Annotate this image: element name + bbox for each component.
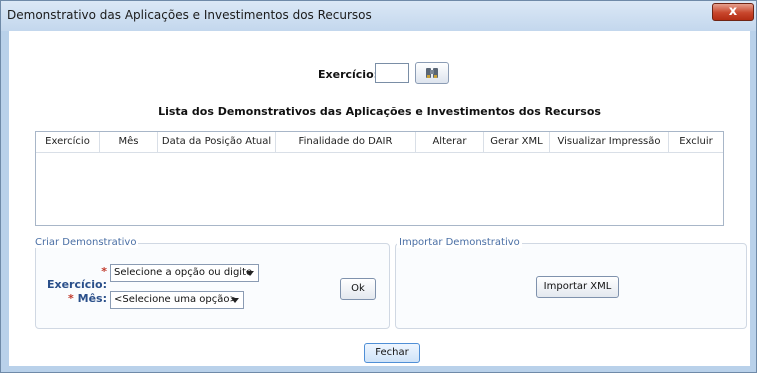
dialog-content: Exercício: Lista dos Demonstrativos das … (9, 31, 750, 366)
ok-button[interactable]: Ok (340, 278, 376, 300)
column-header-exercicio[interactable]: Exercício (36, 132, 100, 152)
column-header-finalidade[interactable]: Finalidade do DAIR (276, 132, 416, 152)
window-title: Demonstrativo das Aplicações e Investime… (7, 8, 372, 22)
column-header-excluir[interactable]: Excluir (669, 132, 723, 152)
column-header-gerar-xml[interactable]: Gerar XML (484, 132, 550, 152)
column-header-mes[interactable]: Mês (100, 132, 158, 152)
dialog-window: Demonstrativo das Aplicações e Investime… (0, 0, 757, 373)
binoculars-icon (426, 68, 438, 78)
importar-panel-title: Importar Demonstrativo (397, 237, 522, 248)
criar-mes-value: <Selecione uma opção> (114, 294, 238, 305)
search-button[interactable] (415, 62, 449, 84)
importar-xml-button[interactable]: Importar XML (536, 276, 619, 298)
close-icon: x (728, 4, 738, 19)
chevron-down-icon (231, 298, 239, 303)
criar-exercicio-value: Selecione a opção ou digite (114, 267, 253, 278)
exercicio-filter-label: Exercício: (318, 68, 379, 81)
demonstrativos-table: Exercício Mês Data da Posição Atual Fina… (35, 131, 724, 226)
fechar-button[interactable]: Fechar (364, 343, 420, 363)
close-button[interactable]: x (712, 3, 754, 21)
column-header-visualizar[interactable]: Visualizar Impressão (550, 132, 669, 152)
table-header: Exercício Mês Data da Posição Atual Fina… (36, 132, 723, 153)
exercicio-filter-input[interactable] (375, 63, 409, 83)
column-header-data-posicao[interactable]: Data da Posição Atual (158, 132, 276, 152)
criar-panel-title: Criar Demonstrativo (33, 237, 139, 248)
criar-exercicio-combo[interactable]: Selecione a opção ou digite (110, 264, 259, 282)
criar-mes-combo[interactable]: <Selecione uma opção> (110, 291, 244, 309)
column-header-alterar[interactable]: Alterar (416, 132, 484, 152)
chevron-down-icon (246, 271, 254, 276)
title-bar[interactable]: Demonstrativo das Aplicações e Investime… (1, 1, 756, 31)
list-title: Lista dos Demonstrativos das Aplicações … (158, 105, 601, 118)
criar-mes-label: * Mês: (68, 292, 107, 305)
criar-exercicio-label: * Exercício: (46, 265, 107, 291)
